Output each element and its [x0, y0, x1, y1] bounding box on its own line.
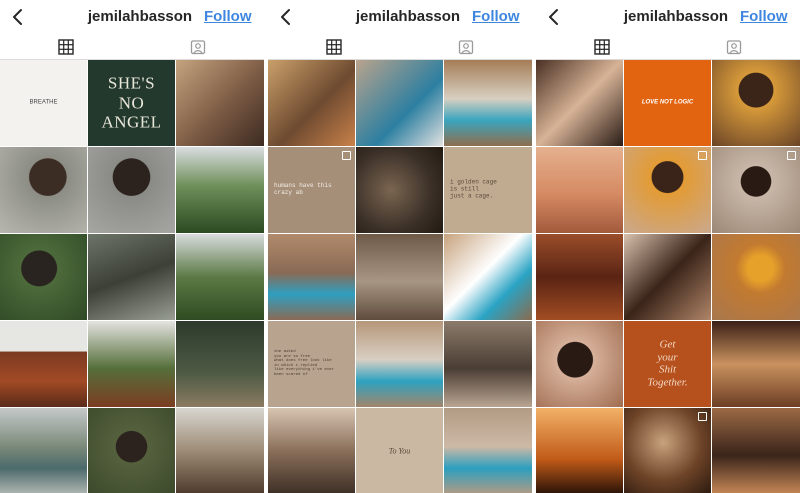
tile-caption-text: SHE'S NO ANGEL — [101, 73, 162, 132]
photo-tile[interactable] — [712, 321, 800, 407]
grid-icon — [594, 39, 610, 55]
photo-tile[interactable] — [356, 147, 443, 233]
photo-grid: LOVE NOT LOGIC Get your Shit Together. — [536, 60, 800, 493]
profile-panel: jemilahbasson Follow humans have this craz… — [268, 0, 532, 493]
photo-tile[interactable] — [536, 234, 623, 320]
tab-grid[interactable] — [536, 36, 668, 61]
profile-username: jemilahbasson — [623, 8, 729, 25]
tile-caption-text: humans have this crazy ab — [274, 182, 332, 196]
photo-tile[interactable] — [0, 234, 87, 320]
back-arrow-icon[interactable] — [544, 6, 564, 28]
tile-caption-text: BREATHE — [29, 99, 58, 106]
tile-caption-text: i golden cage is still just a cage. — [450, 178, 497, 200]
follow-button[interactable]: Follow — [472, 8, 520, 25]
back-arrow-icon[interactable] — [8, 6, 28, 28]
photo-tile[interactable]: humans have this crazy ab — [268, 147, 355, 233]
tile-caption-text: LOVE NOT LOGIC — [641, 99, 694, 106]
photo-tile[interactable] — [176, 234, 264, 320]
tagged-person-icon — [458, 39, 474, 55]
photo-tile[interactable] — [712, 234, 800, 320]
photo-tile[interactable] — [624, 408, 711, 493]
photo-tile[interactable] — [536, 147, 623, 233]
profile-username: jemilahbasson — [87, 8, 193, 25]
profile-panel: jemilahbasson Follow LOVE NOT LOGIC Get you… — [536, 0, 800, 493]
tab-grid[interactable] — [0, 36, 132, 61]
multiple-photos-icon — [342, 151, 351, 160]
multiple-photos-icon — [698, 151, 707, 160]
top-bar: jemilahbasson Follow — [536, 0, 800, 36]
photo-tile[interactable]: BREATHE — [0, 60, 87, 146]
grid-icon — [326, 39, 342, 55]
photo-tile[interactable] — [88, 234, 175, 320]
photo-tile[interactable] — [176, 147, 264, 233]
photo-tile[interactable] — [444, 234, 532, 320]
photo-tile[interactable] — [88, 408, 175, 493]
photo-tile[interactable]: she asked you are so free what does free… — [268, 321, 355, 407]
tab-tagged[interactable] — [400, 36, 532, 60]
photo-tile[interactable]: To You — [356, 408, 443, 493]
photo-tile[interactable] — [268, 60, 355, 146]
profile-tabs — [268, 36, 532, 61]
tagged-person-icon — [190, 39, 206, 55]
photo-tile[interactable] — [356, 60, 443, 146]
photo-tile[interactable] — [0, 147, 87, 233]
profile-tabs — [0, 36, 264, 61]
photo-tile[interactable] — [444, 408, 532, 493]
photo-tile[interactable] — [624, 234, 711, 320]
follow-button[interactable]: Follow — [740, 8, 788, 25]
photo-tile[interactable]: i golden cage is still just a cage. — [444, 147, 532, 233]
tab-tagged[interactable] — [132, 36, 264, 60]
photo-tile[interactable] — [88, 147, 175, 233]
photo-grid: BREATHE SHE'S NO ANGEL — [0, 60, 264, 493]
tab-tagged[interactable] — [668, 36, 800, 60]
photo-tile[interactable]: Get your Shit Together. — [624, 321, 711, 407]
photo-tile[interactable] — [536, 321, 623, 407]
photo-tile[interactable] — [712, 408, 800, 493]
photo-tile[interactable] — [176, 408, 264, 493]
multiple-photos-icon — [698, 412, 707, 421]
photo-tile[interactable] — [0, 408, 87, 493]
photo-tile[interactable] — [176, 60, 264, 146]
tab-grid[interactable] — [268, 36, 400, 61]
grid-icon — [58, 39, 74, 55]
profile-tabs — [536, 36, 800, 61]
photo-tile[interactable] — [356, 234, 443, 320]
photo-tile[interactable] — [624, 147, 711, 233]
photo-tile[interactable] — [268, 408, 355, 493]
photo-tile[interactable] — [536, 408, 623, 493]
tile-caption-text: To You — [388, 446, 411, 456]
photo-tile[interactable] — [268, 234, 355, 320]
tile-caption-text: she asked you are so free what does free… — [274, 350, 335, 378]
photo-tile[interactable] — [88, 321, 175, 407]
top-bar: jemilahbasson Follow — [0, 0, 264, 36]
tagged-person-icon — [726, 39, 742, 55]
photo-tile[interactable] — [536, 60, 623, 146]
top-bar: jemilahbasson Follow — [268, 0, 532, 36]
profile-username: jemilahbasson — [355, 8, 461, 25]
photo-tile[interactable] — [444, 321, 532, 407]
photo-grid: humans have this crazy ab i golden cage i… — [268, 60, 532, 493]
tile-caption-text: Get your Shit Together. — [647, 338, 688, 389]
photo-tile[interactable] — [0, 321, 87, 407]
photo-tile[interactable]: SHE'S NO ANGEL — [88, 60, 175, 146]
multiple-photos-icon — [787, 151, 796, 160]
photo-tile[interactable] — [444, 60, 532, 146]
profile-panel: jemilahbasson Follow BREATHE SHE'S NO ANGEL — [0, 0, 264, 493]
photo-tile[interactable] — [712, 60, 800, 146]
photo-tile[interactable] — [356, 321, 443, 407]
photo-tile[interactable] — [712, 147, 800, 233]
follow-button[interactable]: Follow — [204, 8, 252, 25]
photo-tile[interactable]: LOVE NOT LOGIC — [624, 60, 711, 146]
back-arrow-icon[interactable] — [276, 6, 296, 28]
photo-tile[interactable] — [176, 321, 264, 407]
